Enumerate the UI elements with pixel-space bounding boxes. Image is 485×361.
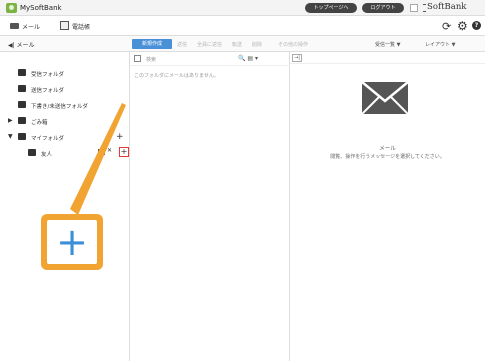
nav-address-book[interactable]: 電話帳 — [72, 22, 90, 31]
reading-pane: →| メール 閲覧、操作を行うメッセージを選択してください。 — [290, 52, 485, 361]
sent-icon — [18, 85, 26, 92]
top-page-button[interactable]: トップページへ — [305, 3, 357, 13]
service-nav: メール 電話帳 ⟳ ⚙ ? — [0, 16, 485, 36]
help-icon[interactable]: ? — [472, 21, 481, 30]
drafts-icon — [18, 101, 26, 108]
expand-icon[interactable]: ▶ — [8, 117, 13, 124]
expand-pane-icon[interactable]: →| — [292, 54, 302, 62]
reading-pane-title: メール — [379, 146, 396, 152]
mail-toolbar: ◀| メール 新規作成 返信 全員に返信 転送 削除 その他の操作 受信一覧 ▼… — [0, 36, 485, 52]
search-input[interactable]: 検索 — [146, 56, 156, 63]
trash-icon — [18, 117, 26, 124]
more-actions-button[interactable]: その他の操作 — [278, 41, 308, 48]
search-options-icon[interactable]: 🔍 ▤ ▾ — [238, 55, 258, 62]
folder-label: 送信フォルダ — [31, 88, 65, 94]
folder-icon — [18, 133, 26, 140]
window-icon[interactable] — [410, 4, 418, 12]
delete-button[interactable]: 削除 — [252, 41, 262, 48]
brand-mark-icon — [423, 4, 426, 12]
collapse-icon[interactable]: ▼ — [8, 133, 13, 140]
folder-label: 友人 — [41, 152, 53, 158]
inbox-icon — [18, 69, 26, 76]
message-list-header: 検索 🔍 ▤ ▾ — [130, 52, 290, 66]
forward-button[interactable]: 転送 — [232, 41, 242, 48]
select-all-checkbox[interactable] — [134, 55, 141, 62]
reply-all-button[interactable]: 全員に返信 — [197, 41, 222, 48]
brand-logo: SoftBank — [427, 2, 467, 12]
folder-pane-toggle[interactable]: ◀| メール — [8, 40, 35, 49]
address-book-icon[interactable] — [60, 21, 69, 30]
folder-label: 受信フォルダ — [31, 72, 65, 78]
list-view-select[interactable]: 受信一覧 ▼ — [375, 41, 400, 48]
plus-icon: + — [56, 220, 88, 264]
folder-inbox[interactable]: 受信フォルダ — [0, 66, 130, 80]
reading-pane-hint: 閲覧、操作を行うメッセージを選択してください。 — [330, 154, 445, 160]
reading-pane-header: →| — [290, 52, 485, 64]
logout-button[interactable]: ログアウト — [362, 3, 404, 13]
empty-folder-message: このフォルダにメールはありません。 — [134, 73, 219, 79]
gear-icon[interactable]: ⚙ — [457, 19, 468, 33]
app-title: MySoftBank — [20, 4, 62, 12]
reply-button[interactable]: 返信 — [177, 41, 187, 48]
envelope-icon — [362, 82, 408, 114]
zoom-callout-panel: + — [47, 220, 97, 264]
zoom-callout: + — [41, 214, 103, 270]
mail-icon[interactable] — [10, 23, 19, 29]
folder-icon — [28, 149, 36, 156]
refresh-icon[interactable]: ⟳ — [442, 20, 451, 33]
compose-button[interactable]: 新規作成 — [132, 39, 172, 49]
folder-label: ごみ箱 — [31, 120, 48, 126]
callout-pointer — [70, 103, 126, 215]
nav-mail[interactable]: メール — [22, 22, 40, 31]
layout-select[interactable]: レイアウト ▼ — [425, 41, 455, 48]
mysoftbank-logo-icon — [6, 3, 17, 13]
folder-sent[interactable]: 送信フォルダ — [0, 82, 130, 96]
top-header: MySoftBank トップページへ ログアウト SoftBank — [0, 0, 485, 16]
message-list-pane: 検索 🔍 ▤ ▾ このフォルダにメールはありません。 — [130, 52, 290, 361]
